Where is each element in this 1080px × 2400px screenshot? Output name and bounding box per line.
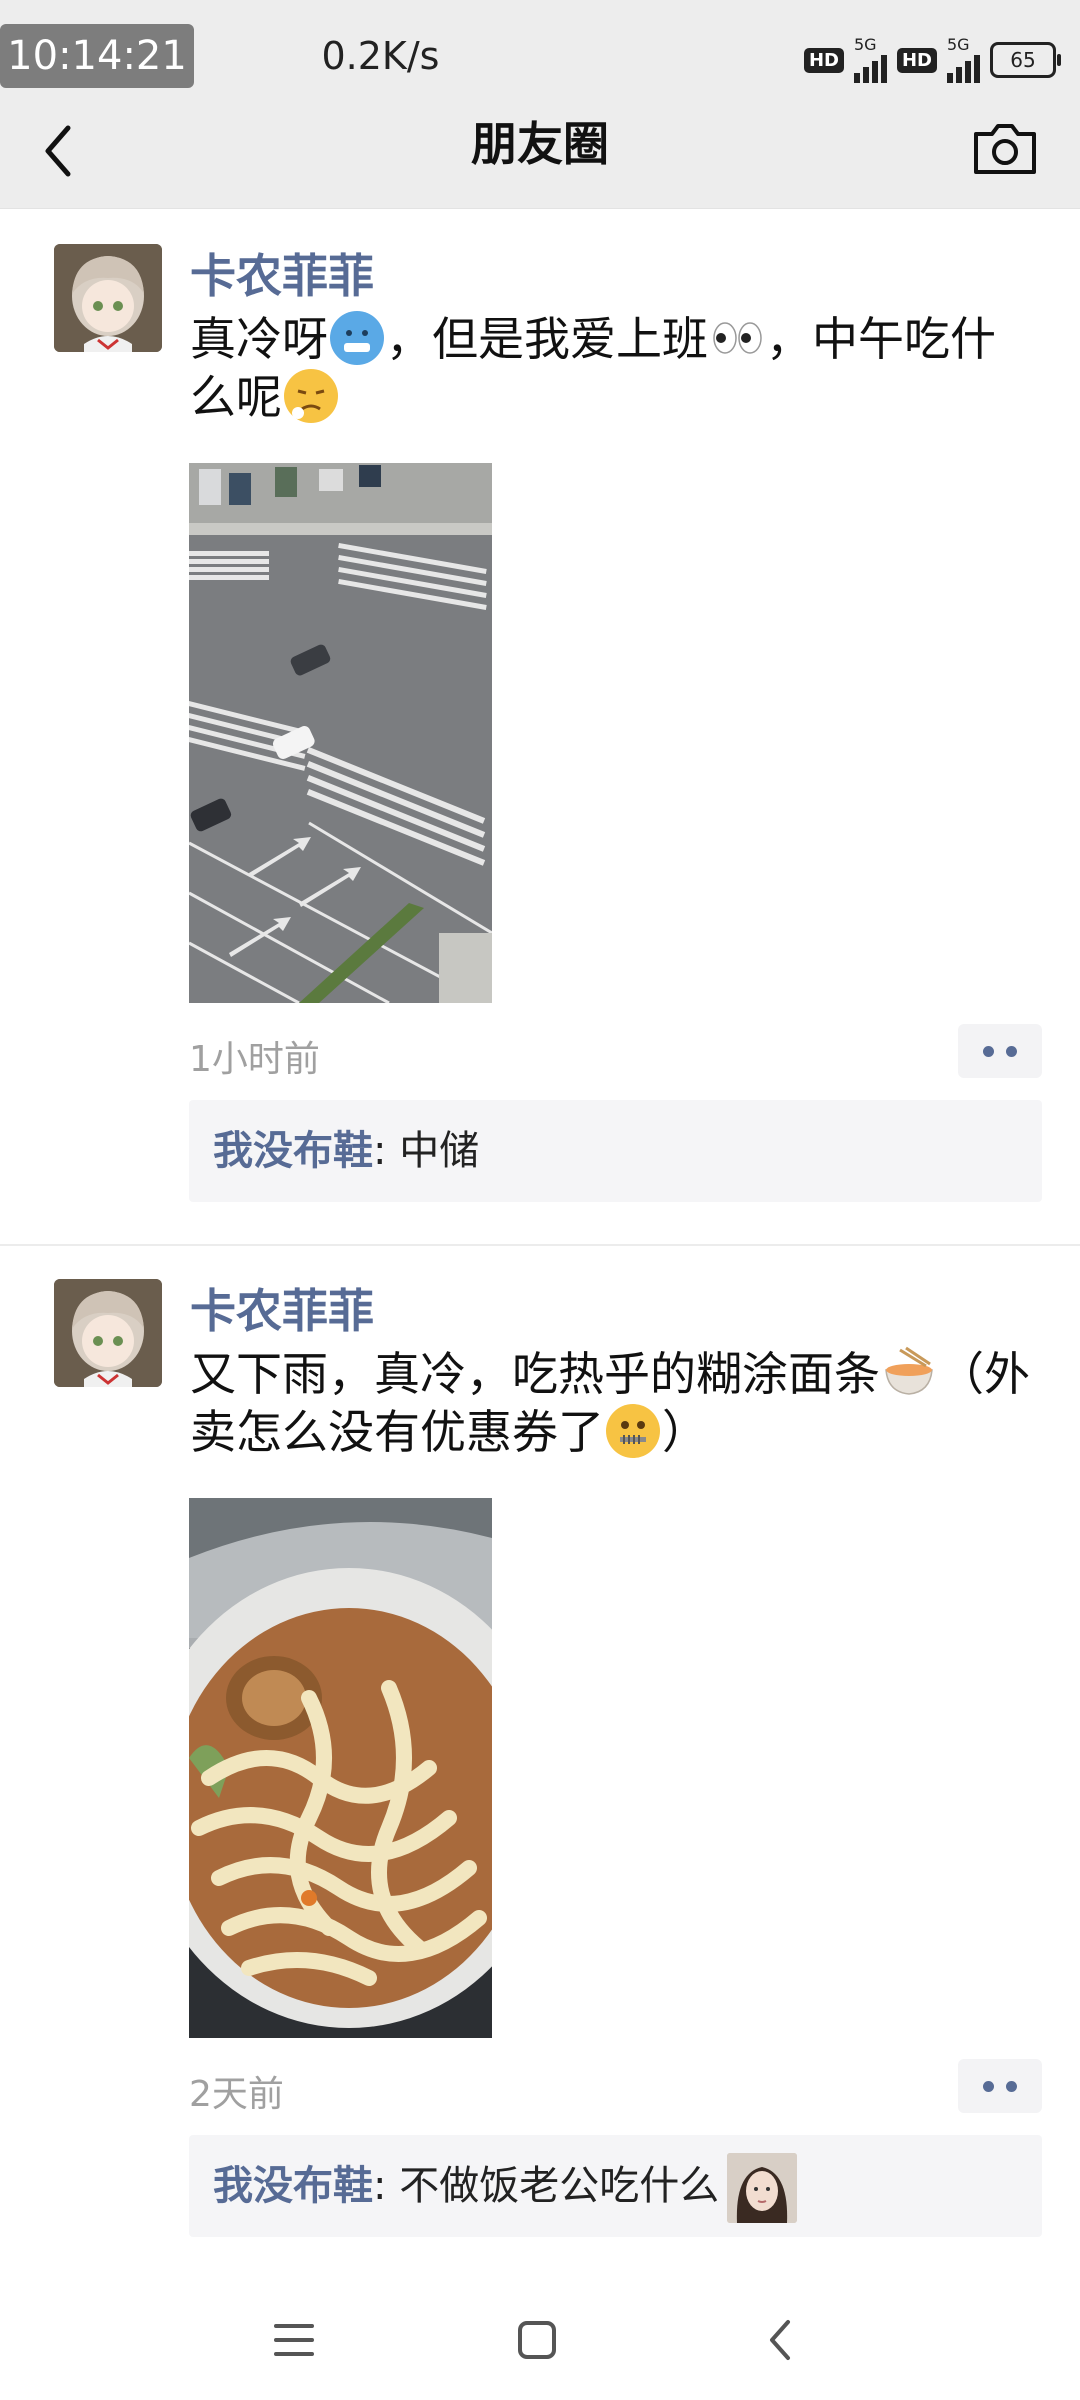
dot-icon bbox=[1006, 1045, 1017, 1057]
network-type-label: 5G bbox=[947, 35, 970, 54]
comment-author[interactable]: 我没布鞋 bbox=[213, 1128, 373, 1174]
comment-author[interactable]: 我没布鞋 bbox=[213, 2163, 373, 2209]
dot-icon bbox=[1006, 2080, 1017, 2092]
battery-icon: 65 bbox=[990, 42, 1061, 78]
home-button[interactable] bbox=[507, 2310, 567, 2370]
clock-time: 10:14:21 bbox=[0, 24, 194, 88]
user-avatar-icon bbox=[54, 1279, 162, 1387]
zipper-mouth-emoji-icon bbox=[606, 1404, 660, 1458]
status-bar: 10:14 | 0.2K/s 10:14:21 HD 5G HD 5G 65 bbox=[0, 0, 1080, 96]
street-intersection-photo bbox=[189, 463, 492, 1003]
noodle-soup-photo bbox=[189, 1498, 492, 2038]
dot-icon bbox=[983, 2080, 994, 2092]
eyes-emoji-icon bbox=[710, 311, 764, 365]
dot-icon bbox=[983, 1045, 994, 1057]
home-icon bbox=[518, 2321, 556, 2359]
post-username[interactable]: 卡农菲菲 bbox=[190, 240, 374, 306]
disappointed-face-emoji-icon bbox=[284, 369, 338, 423]
comment-text: 不做饭老公吃什么 bbox=[399, 2163, 720, 2209]
status-icons: HD 5G HD 5G 65 bbox=[803, 30, 1080, 90]
post-text: 真冷呀 ，但是我爱上班 ，中午吃什么呢 bbox=[190, 311, 996, 424]
network-type-label: 5G bbox=[853, 35, 877, 54]
comment[interactable]: 我没布鞋: 中储 bbox=[213, 1100, 479, 1202]
post-time: 1小时前 bbox=[189, 1039, 320, 1080]
hd-icon: HD bbox=[803, 47, 844, 73]
hd-icon: HD bbox=[896, 47, 937, 73]
signal-icon: 5G bbox=[853, 35, 887, 83]
nav-back-button[interactable] bbox=[752, 2310, 812, 2370]
back-icon bbox=[770, 2320, 790, 2360]
post-photo[interactable] bbox=[189, 1498, 492, 2038]
comment-box: 我没布鞋: 中储 bbox=[189, 1100, 1042, 1202]
system-nav-bar bbox=[0, 2268, 1080, 2400]
page-title: 朋友圈 bbox=[471, 117, 609, 171]
more-actions-button[interactable] bbox=[958, 2059, 1042, 2113]
noodle-bowl-emoji-icon bbox=[882, 1346, 936, 1400]
user-avatar-icon bbox=[54, 244, 162, 352]
network-speed: 10:14 | 0.2K/s bbox=[321, 34, 440, 78]
menu-icon bbox=[274, 2324, 314, 2356]
sticker-image[interactable] bbox=[727, 2153, 798, 2223]
comment-box: 我没布鞋: 不做饭老公吃什么 bbox=[189, 2135, 1042, 2237]
camera-icon bbox=[974, 124, 1036, 174]
post-photo[interactable] bbox=[189, 463, 492, 1003]
avatar[interactable] bbox=[54, 1279, 162, 1387]
signal-icon: 5G bbox=[947, 37, 980, 83]
post-username[interactable]: 卡农菲菲 bbox=[190, 1275, 374, 1341]
post-time: 2天前 bbox=[189, 2074, 284, 2115]
more-actions-button[interactable] bbox=[958, 1024, 1042, 1078]
cold-face-emoji-icon bbox=[330, 311, 384, 365]
menu-button[interactable] bbox=[264, 2310, 324, 2370]
camera-button[interactable] bbox=[970, 118, 1040, 178]
avatar[interactable] bbox=[54, 244, 162, 352]
post-text: 又下雨，真冷，吃热乎的糊涂面条 （外卖怎么没有优惠券了 ） bbox=[190, 1346, 1030, 1459]
comment[interactable]: 我没布鞋: 不做饭老公吃什么 bbox=[213, 2135, 798, 2237]
girl-portrait-icon bbox=[727, 2153, 798, 2223]
post-divider bbox=[0, 1244, 1080, 1246]
comment-text: 中储 bbox=[399, 1128, 480, 1174]
title-bar: 朋友圈 bbox=[0, 96, 1080, 209]
